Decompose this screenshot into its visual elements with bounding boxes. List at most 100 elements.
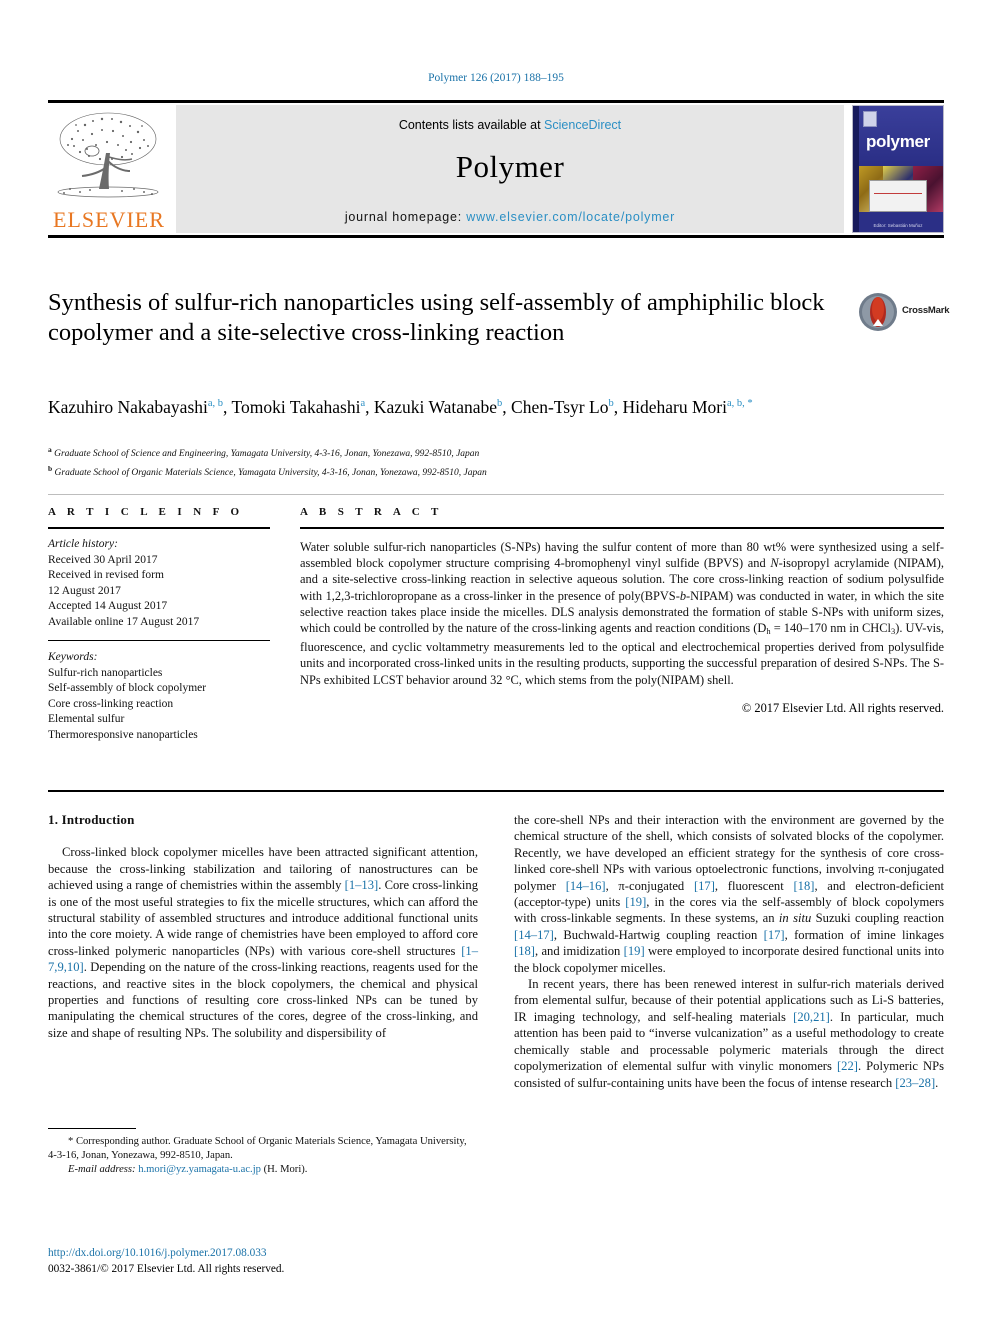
- crossmark-badge[interactable]: CrossMark: [858, 292, 950, 338]
- cover-spine: [853, 106, 859, 232]
- email-link[interactable]: h.mori@yz.yamagata-u.ac.jp: [138, 1164, 261, 1175]
- author-item: Chen-Tsyr Lob,: [511, 397, 622, 417]
- history-item: Received in revised form: [48, 569, 164, 581]
- sciencedirect-link[interactable]: ScienceDirect: [544, 118, 621, 132]
- cover-corner-icon: [863, 111, 877, 127]
- citation-link[interactable]: [19]: [624, 944, 645, 958]
- affiliation-item: a Graduate School of Science and Enginee…: [48, 443, 908, 462]
- affiliation-mark: a: [48, 445, 52, 454]
- citation-link[interactable]: [14–16]: [566, 879, 606, 893]
- cover-journal-word: polymer: [865, 132, 931, 151]
- citation-link[interactable]: [18]: [514, 944, 535, 958]
- cover-chart-inset: [869, 180, 927, 212]
- author-sep: ,: [365, 396, 374, 417]
- body-column-left: 1. Introduction Cross-linked block copol…: [48, 812, 478, 1041]
- paragraph-italic: in situ: [778, 911, 812, 926]
- history-item: Accepted 14 August 2017: [48, 600, 168, 612]
- journal-title: Polymer: [455, 149, 565, 184]
- homepage-url[interactable]: www.elsevier.com/locate/polymer: [466, 210, 675, 224]
- corresponding-author-footnote: * Corresponding author. Graduate School …: [48, 1128, 478, 1177]
- history-item: Received 30 April 2017: [48, 553, 158, 566]
- journal-banner: Contents lists available at ScienceDirec…: [176, 105, 844, 233]
- affiliation-text: Graduate School of Organic Materials Sci…: [54, 467, 487, 478]
- author-list: Kazuhiro Nakabayashia, b, Tomoki Takahas…: [48, 391, 908, 420]
- article-history-label: Article history:: [48, 538, 118, 550]
- body-top-rule: [48, 790, 944, 792]
- paragraph-part: , π-conjugated: [605, 878, 694, 893]
- running-head: Polymer 126 (2017) 188–195: [428, 72, 564, 84]
- citation-link[interactable]: [23–28]: [895, 1076, 935, 1090]
- paragraph: In recent years, there has been renewed …: [514, 976, 944, 1091]
- author-affil-marks[interactable]: a, b: [208, 398, 223, 409]
- citation-link[interactable]: [1–13]: [345, 878, 379, 892]
- journal-homepage-line: journal homepage: www.elsevier.com/locat…: [176, 210, 844, 224]
- email-suffix: (H. Mori).: [260, 1164, 308, 1175]
- info-area-top-rule: [48, 494, 944, 495]
- keyword-item: Elemental sulfur: [48, 713, 125, 725]
- author-item: Kazuki Watanabeb,: [374, 397, 511, 417]
- citation-link[interactable]: [22]: [837, 1059, 858, 1073]
- crossmark-icon: [859, 293, 897, 331]
- masthead-bottom-rule: [48, 235, 944, 238]
- footnote-rule: [48, 1128, 136, 1129]
- keyword-item: Self-assembly of block copolymer: [48, 682, 207, 694]
- journal-cover-thumbnail: polymer Editor: Sebastián Muñoz: [852, 105, 944, 233]
- author-item: Hideharu Moria, b, *: [622, 397, 752, 417]
- abstract-rule: [300, 527, 944, 529]
- footnote-corresponding-text: Corresponding author. Graduate School of…: [48, 1136, 467, 1161]
- elsevier-wordmark: ELSEVIER: [53, 207, 165, 232]
- citation-link[interactable]: [18]: [793, 879, 814, 893]
- affiliation-mark: b: [48, 463, 53, 473]
- article-info-rule: [48, 527, 270, 529]
- issn-copyright: 0032-3861/© 2017 Elsevier Ltd. All right…: [48, 1263, 285, 1275]
- affiliation-text: Graduate School of Science and Engineeri…: [54, 449, 480, 460]
- article-history: Article history: Received 30 April 2017 …: [48, 537, 270, 630]
- abstract-copyright: © 2017 Elsevier Ltd. All rights reserved…: [741, 700, 944, 715]
- author-sep: ,: [502, 396, 512, 417]
- journal-masthead: ELSEVIER Contents lists available at Sci…: [48, 100, 944, 238]
- keyword-item: Core cross-linking reaction: [48, 697, 174, 710]
- paragraph-part: .: [935, 1075, 939, 1090]
- paragraph: Cross-linked block copolymer micelles ha…: [48, 844, 478, 1041]
- crossmark-label: CrossMark: [902, 305, 950, 316]
- paragraph-part: Suzuki coupling reaction: [811, 911, 944, 926]
- paragraph-part: , and imidization: [534, 944, 624, 959]
- footnote-line: * Corresponding author. Graduate School …: [48, 1135, 478, 1163]
- citation-link[interactable]: [19]: [625, 895, 646, 909]
- paragraph: the core-shell NPs and their interaction…: [514, 812, 944, 976]
- citation-link[interactable]: [20,21]: [793, 1010, 830, 1024]
- article-info-column: A R T I C L E I N F O Article history: R…: [48, 506, 270, 743]
- paper-page: Polymer 126 (2017) 188–195 ELSEVIER Cont…: [0, 0, 992, 1323]
- paragraph-part: , Buchwald-Hartwig coupling reaction: [553, 927, 764, 942]
- abstract-text: Water soluble sulfur-rich nanoparticles …: [300, 539, 944, 688]
- author-item: Tomoki Takahashia,: [231, 397, 373, 417]
- abstract-heading: A B S T R A C T: [300, 506, 443, 518]
- doi-link[interactable]: http://dx.doi.org/10.1016/j.polymer.2017…: [48, 1245, 478, 1261]
- author-name: Chen-Tsyr Lo: [511, 396, 609, 417]
- citation-link[interactable]: [17]: [694, 879, 715, 893]
- paragraph-part: . Depending on the nature of the cross-l…: [48, 960, 478, 1040]
- history-item: 12 August 2017: [48, 584, 121, 597]
- author-name: Kazuki Watanabe: [373, 396, 498, 417]
- author-name: Kazuhiro Nakabayashi: [48, 396, 208, 417]
- affiliation-item: b Graduate School of Organic Materials S…: [48, 462, 908, 481]
- body-column-right: the core-shell NPs and their interaction…: [514, 812, 944, 1091]
- keywords-label: Keywords:: [48, 651, 98, 663]
- contents-available-line: Contents lists available at ScienceDirec…: [176, 118, 844, 132]
- elsevier-tree-icon: [57, 112, 159, 198]
- article-info-heading: A R T I C L E I N F O: [48, 506, 244, 518]
- footnote-email-line: E-mail address: h.mori@yz.yamagata-u.ac.…: [48, 1163, 478, 1177]
- keyword-item: Sulfur-rich nanoparticles: [48, 666, 163, 679]
- elsevier-logo: ELSEVIER: [48, 105, 170, 233]
- abstract-column: A B S T R A C T Water soluble sulfur-ric…: [300, 506, 944, 716]
- doi-block: http://dx.doi.org/10.1016/j.polymer.2017…: [48, 1245, 478, 1277]
- paragraph-part: , formation of imine linkages: [784, 927, 944, 942]
- author-affil-marks[interactable]: a, b, *: [727, 398, 753, 409]
- affiliation-list: a Graduate School of Science and Enginee…: [48, 443, 908, 480]
- page-title: Synthesis of sulfur-rich nanoparticles u…: [48, 289, 825, 346]
- citation-link[interactable]: [14–17]: [514, 928, 554, 942]
- author-item: Kazuhiro Nakabayashia, b,: [48, 397, 231, 417]
- citation-link[interactable]: [17]: [764, 928, 785, 942]
- author-name: Hideharu Mori: [622, 396, 727, 417]
- title-block: Synthesis of sulfur-rich nanoparticles u…: [48, 288, 950, 348]
